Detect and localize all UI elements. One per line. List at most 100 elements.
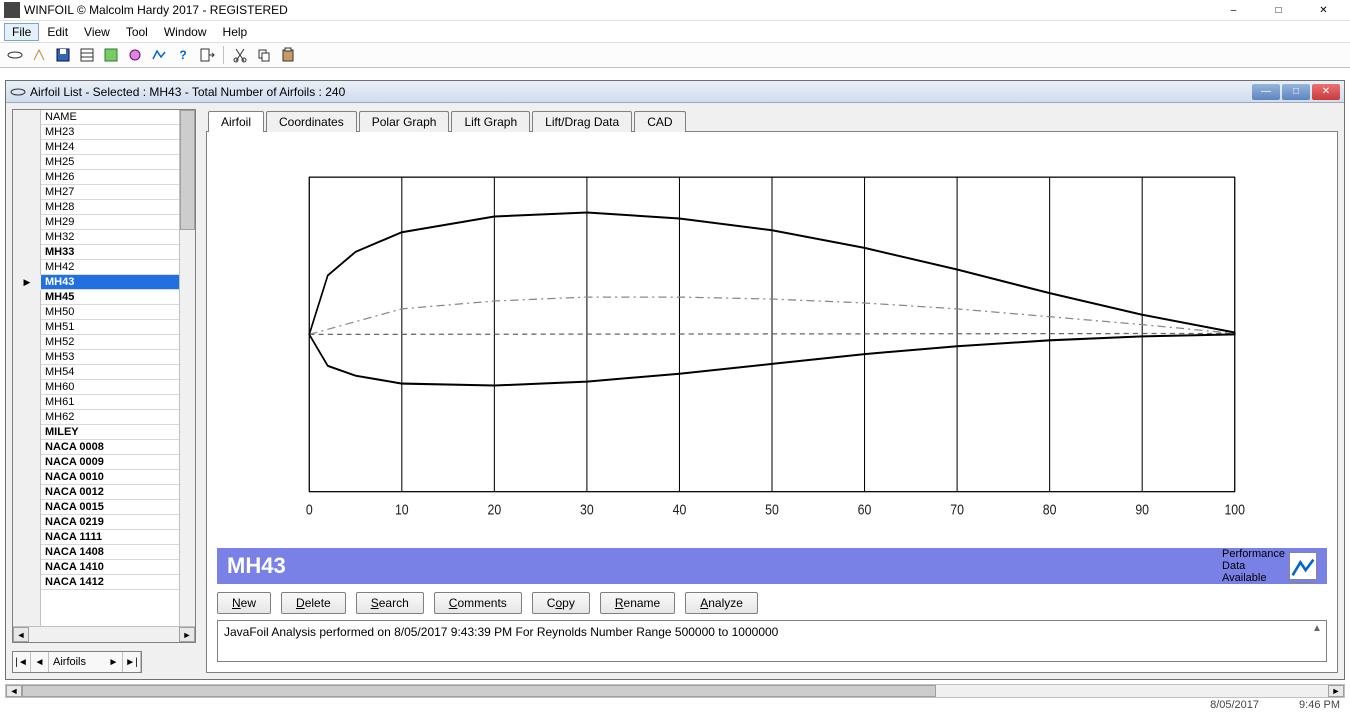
list-item[interactable]: MH53 [41, 350, 179, 365]
record-navigator: |◄ ◄ Airfoils ► ►| [12, 651, 142, 673]
subwindow-close[interactable]: ✕ [1312, 84, 1340, 100]
tb-exit-icon[interactable] [196, 44, 218, 66]
list-item[interactable]: MH51 [41, 320, 179, 335]
list-header[interactable]: NAME [41, 110, 179, 125]
tab-bar: Airfoil Coordinates Polar Graph Lift Gra… [206, 109, 1338, 131]
list-item[interactable]: NACA 0012 [41, 485, 179, 500]
status-time: 9:46 PM [1299, 699, 1340, 711]
tb-cut-icon[interactable] [229, 44, 251, 66]
list-item[interactable]: MH54 [41, 365, 179, 380]
menu-window[interactable]: Window [156, 23, 215, 41]
subwindow-minimize[interactable]: — [1252, 84, 1280, 100]
comments-button[interactable]: Comments [434, 592, 522, 614]
action-buttons: New Delete Search Comments Copy Rename A… [217, 592, 1327, 614]
tb-copy-icon[interactable] [253, 44, 275, 66]
status-scroll-up-icon[interactable]: ▲ [1310, 623, 1324, 637]
nav-first-icon[interactable]: |◄ [13, 652, 31, 672]
list-item[interactable]: MH28 [41, 200, 179, 215]
list-item[interactable]: MH32 [41, 230, 179, 245]
tab-lift-drag-data[interactable]: Lift/Drag Data [532, 111, 632, 132]
list-item[interactable]: MH23 [41, 125, 179, 140]
maximize-button[interactable]: □ [1256, 0, 1301, 20]
tb-save-icon[interactable] [52, 44, 74, 66]
list-hscroll[interactable]: ◄ ► [13, 626, 195, 642]
tab-coordinates[interactable]: Coordinates [266, 111, 357, 132]
list-item[interactable]: NACA 0009 [41, 455, 179, 470]
scroll-left-icon[interactable]: ◄ [13, 627, 29, 642]
airfoil-window-icon [10, 85, 26, 99]
list-item[interactable]: NACA 0015 [41, 500, 179, 515]
menu-help[interactable]: Help [215, 23, 256, 41]
scroll-right-icon[interactable]: ► [179, 627, 195, 642]
airfoil-list: ▶ NAMEMH23MH24MH25MH26MH27MH28MH29MH32MH… [12, 109, 196, 643]
list-item[interactable]: NACA 0219 [41, 515, 179, 530]
info-strip: MH43 Performance Data Available [217, 548, 1327, 584]
list-item[interactable]: MH52 [41, 335, 179, 350]
menu-file[interactable]: File [4, 23, 39, 41]
nav-prev-icon[interactable]: ◄ [31, 652, 49, 672]
menubar: File Edit View Tool Window Help [0, 20, 1350, 42]
svg-text:20: 20 [488, 501, 502, 517]
list-item[interactable]: NACA 0010 [41, 470, 179, 485]
list-item[interactable]: NACA 1410 [41, 560, 179, 575]
list-item[interactable]: MH33 [41, 245, 179, 260]
subwindow-titlebar[interactable]: Airfoil List - Selected : MH43 - Total N… [6, 81, 1344, 103]
tab-lift-graph[interactable]: Lift Graph [451, 111, 530, 132]
list-item[interactable]: MH62 [41, 410, 179, 425]
list-item[interactable]: MH25 [41, 155, 179, 170]
mdi-scroll-left-icon[interactable]: ◄ [6, 685, 22, 697]
tb-tool5-icon[interactable] [100, 44, 122, 66]
tab-airfoil[interactable]: Airfoil [208, 111, 264, 132]
list-item[interactable]: NACA 0008 [41, 440, 179, 455]
list-item[interactable]: MH61 [41, 395, 179, 410]
list-item[interactable]: MH43 [41, 275, 179, 290]
minimize-button[interactable]: – [1211, 0, 1256, 20]
svg-text:100: 100 [1224, 501, 1245, 517]
list-item[interactable]: NACA 1408 [41, 545, 179, 560]
search-button[interactable]: Search [356, 592, 424, 614]
list-scrollbar[interactable] [179, 110, 195, 626]
tb-tool7-icon[interactable] [148, 44, 170, 66]
close-button[interactable]: ✕ [1301, 0, 1346, 20]
list-item[interactable]: MH27 [41, 185, 179, 200]
list-item[interactable]: MH60 [41, 380, 179, 395]
list-item[interactable]: NACA 1111 [41, 530, 179, 545]
right-pane: Airfoil Coordinates Polar Graph Lift Gra… [206, 109, 1338, 673]
copy-button[interactable]: Copy [532, 592, 590, 614]
tab-polar-graph[interactable]: Polar Graph [359, 111, 450, 132]
menu-tool[interactable]: Tool [118, 23, 156, 41]
list-item[interactable]: MILEY [41, 425, 179, 440]
mdi-scroll-right-icon[interactable]: ► [1328, 685, 1344, 697]
analyze-button[interactable]: Analyze [685, 592, 758, 614]
tab-cad[interactable]: CAD [634, 111, 685, 132]
airfoil-chart: 0102030405060708090100 [217, 142, 1327, 542]
tb-paste-icon[interactable] [277, 44, 299, 66]
svg-text:60: 60 [858, 501, 872, 517]
list-item[interactable]: MH24 [41, 140, 179, 155]
menu-view[interactable]: View [76, 23, 118, 41]
tb-tool2-icon[interactable] [28, 44, 50, 66]
list-item[interactable]: NACA 1412 [41, 575, 179, 590]
new-button[interactable]: New [217, 592, 271, 614]
nav-last-icon[interactable]: ►| [123, 652, 141, 672]
list-item[interactable]: MH29 [41, 215, 179, 230]
tb-help-icon[interactable]: ? [172, 44, 194, 66]
svg-text:90: 90 [1135, 501, 1149, 517]
performance-icon[interactable] [1289, 552, 1317, 580]
list-item[interactable]: MH42 [41, 260, 179, 275]
tb-tool6-icon[interactable] [124, 44, 146, 66]
nav-next-icon[interactable]: ► [105, 652, 123, 672]
list-item[interactable]: MH45 [41, 290, 179, 305]
svg-text:50: 50 [765, 501, 779, 517]
list-item[interactable]: MH26 [41, 170, 179, 185]
mdi-hscroll[interactable]: ◄ ► [5, 684, 1345, 698]
menu-edit[interactable]: Edit [39, 23, 76, 41]
tb-airfoil-icon[interactable] [4, 44, 26, 66]
subwindow-maximize[interactable]: □ [1282, 84, 1310, 100]
app-icon [4, 2, 20, 18]
delete-button[interactable]: Delete [281, 592, 346, 614]
svg-text:10: 10 [395, 501, 409, 517]
tb-table-icon[interactable] [76, 44, 98, 66]
list-item[interactable]: MH50 [41, 305, 179, 320]
rename-button[interactable]: Rename [600, 592, 675, 614]
